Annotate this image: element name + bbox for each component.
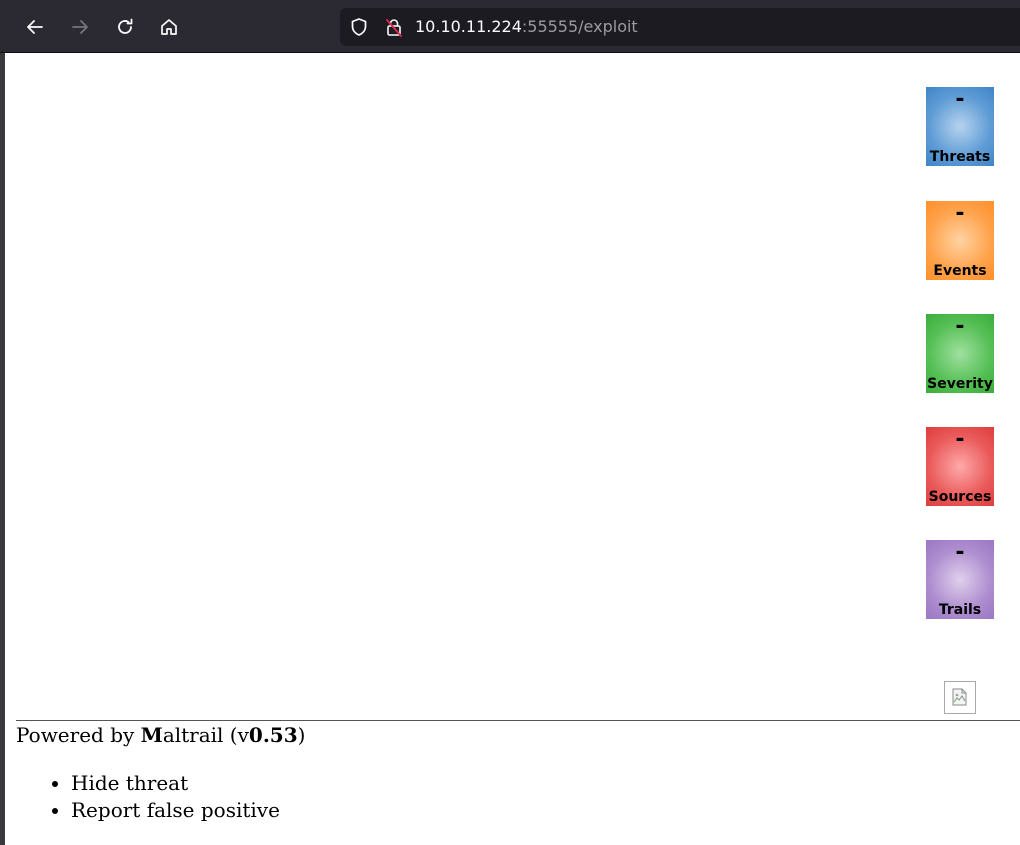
reload-icon <box>118 18 133 34</box>
threats-label: Threats <box>929 149 991 165</box>
sources-label: Sources <box>928 489 992 505</box>
version-open: (v <box>223 723 249 747</box>
brand-initial: M <box>140 723 163 747</box>
url-path: :55555/exploit <box>521 17 638 36</box>
severity-count: - <box>955 314 965 339</box>
powered-by-text: Powered by Maltrail (v0.53) <box>16 723 305 747</box>
window-edge <box>0 0 5 845</box>
home-button[interactable] <box>154 12 184 42</box>
forward-button[interactable] <box>65 12 95 42</box>
url-bar[interactable]: 10.10.11.224:55555/exploit <box>340 8 1020 46</box>
back-button[interactable] <box>20 12 50 42</box>
severity-label: Severity <box>927 376 993 392</box>
version-number: 0.53 <box>248 723 298 747</box>
trails-label: Trails <box>938 602 982 618</box>
url-text[interactable]: 10.10.11.224:55555/exploit <box>415 16 638 38</box>
report-false-positive-item[interactable]: Report false positive <box>71 797 280 824</box>
events-tile[interactable]: - Events <box>926 201 994 280</box>
shield-icon[interactable] <box>349 17 369 37</box>
events-count: - <box>955 201 965 226</box>
trails-tile[interactable]: - Trails <box>926 540 994 619</box>
reload-button[interactable] <box>110 12 140 42</box>
forward-icon <box>72 20 88 34</box>
sources-count: - <box>955 427 965 452</box>
back-icon <box>27 20 43 34</box>
context-menu: Hide threat Report false positive <box>16 770 280 824</box>
insecure-lock-icon[interactable] <box>384 17 404 37</box>
url-host: 10.10.11.224 <box>415 17 522 36</box>
broken-image-icon <box>944 681 976 714</box>
hide-threat-item[interactable]: Hide threat <box>71 770 280 797</box>
browser-toolbar: 10.10.11.224:55555/exploit <box>0 0 1020 53</box>
sources-tile[interactable]: - Sources <box>926 427 994 506</box>
brand-rest: altrail <box>162 723 224 747</box>
trails-count: - <box>955 540 965 565</box>
version-close: ) <box>297 723 306 747</box>
home-icon <box>161 19 177 35</box>
threats-tile[interactable]: - Threats <box>926 87 994 166</box>
threats-count: - <box>955 87 965 112</box>
severity-tile[interactable]: - Severity <box>926 314 994 393</box>
events-label: Events <box>933 263 987 279</box>
footer-divider <box>16 720 1020 721</box>
powered-prefix: Powered by <box>16 723 141 747</box>
